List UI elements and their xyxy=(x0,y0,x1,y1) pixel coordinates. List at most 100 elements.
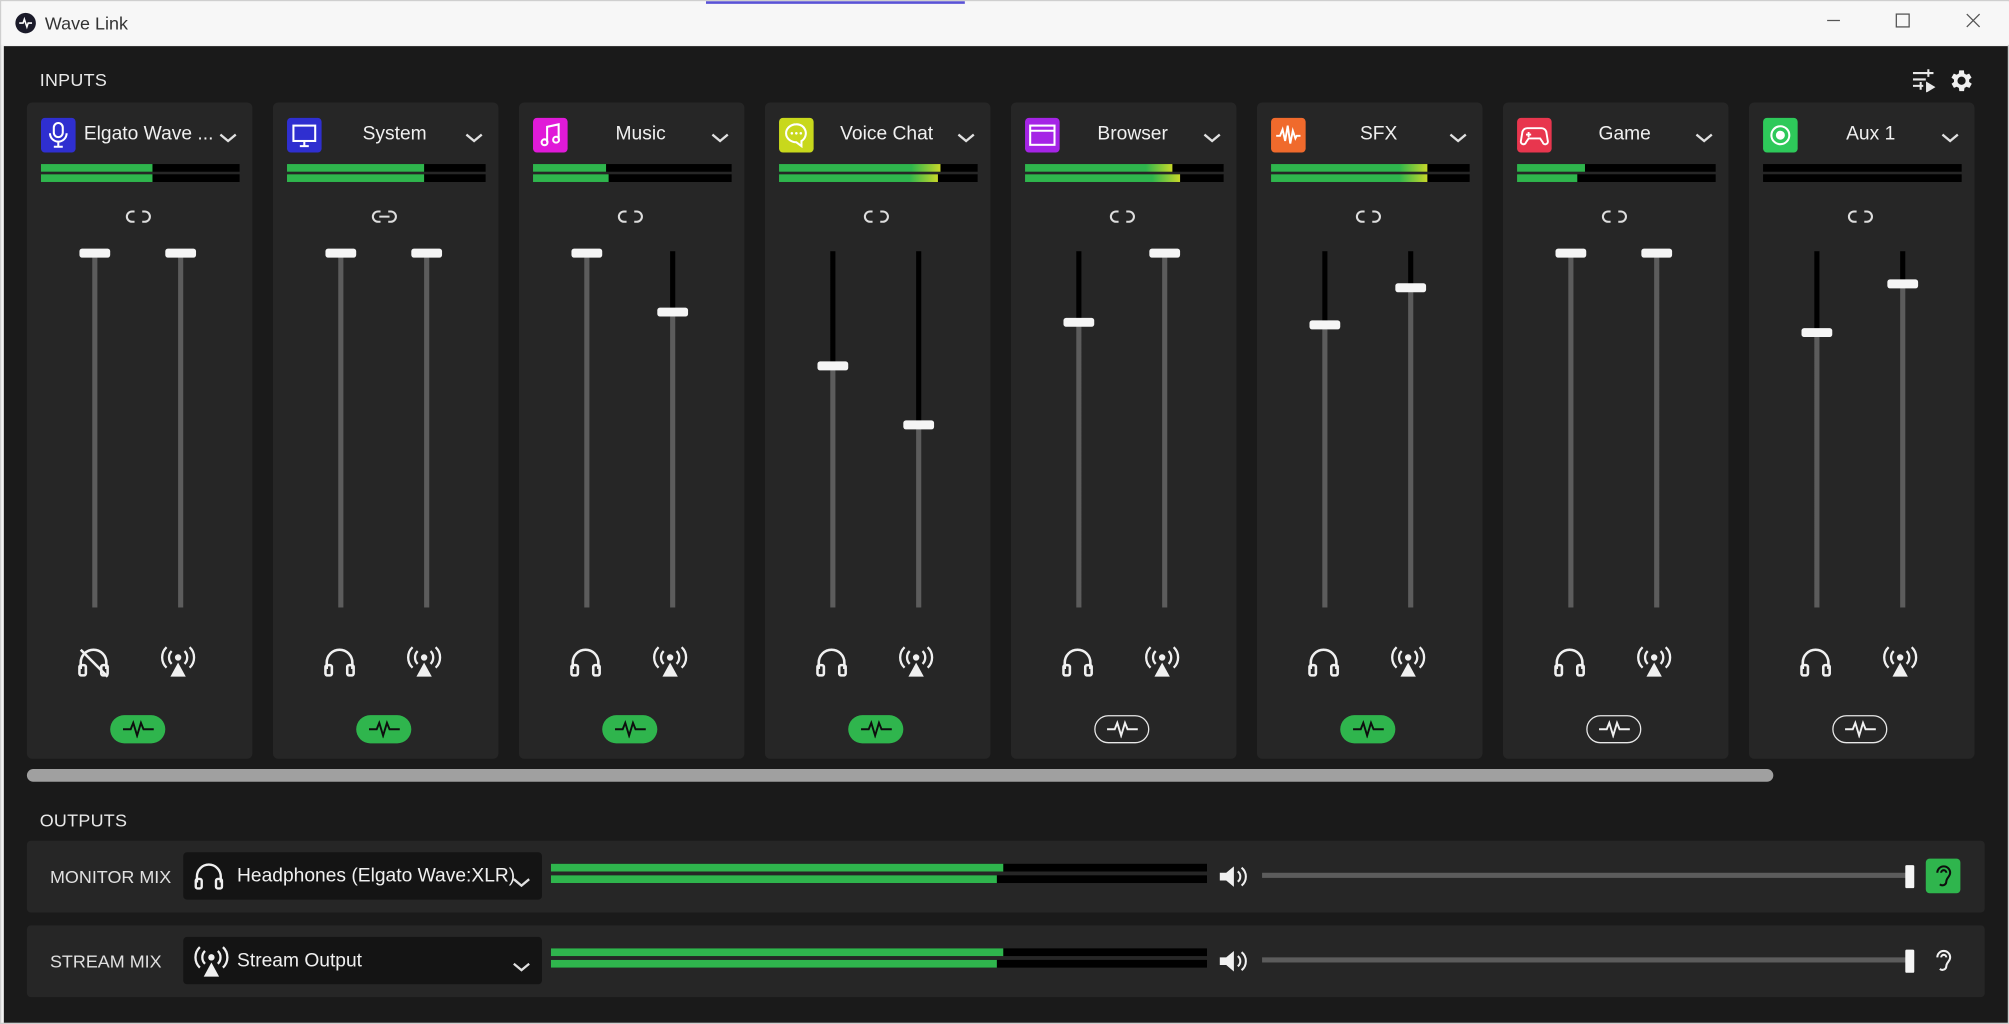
monitor-fader-knob[interactable] xyxy=(1063,317,1095,327)
monitor-fader-knob[interactable] xyxy=(79,248,111,258)
listen-toggle-icon[interactable] xyxy=(1925,858,1961,894)
maximize-icon[interactable] xyxy=(1887,9,1918,37)
level-meter-fill xyxy=(287,174,425,182)
output-volume-slider[interactable] xyxy=(1262,957,1911,963)
chevron-down-icon[interactable] xyxy=(219,127,237,150)
monitor-volume-fader[interactable] xyxy=(92,251,98,608)
effects-toggle-button[interactable] xyxy=(848,715,904,744)
monitor-fader-knob[interactable] xyxy=(817,361,849,371)
output-volume-slider[interactable] xyxy=(1262,872,1911,878)
gear-icon[interactable] xyxy=(1946,67,1974,102)
monitor-volume-fader[interactable] xyxy=(338,251,344,608)
stream-fader-knob[interactable] xyxy=(657,307,689,316)
stream-fader-knob[interactable] xyxy=(411,248,443,258)
broadcast-icon[interactable] xyxy=(1881,643,1919,685)
level-meter-fill xyxy=(533,164,607,172)
headphones-icon[interactable] xyxy=(322,643,358,685)
headphones-icon[interactable] xyxy=(814,643,850,685)
monitor-volume-fader[interactable] xyxy=(830,251,836,608)
stream-fader-knob[interactable] xyxy=(1887,279,1919,289)
mixer-settings-icon[interactable] xyxy=(1910,67,1936,99)
output-level-meter xyxy=(550,959,1207,968)
effects-toggle-button[interactable] xyxy=(1340,715,1396,744)
monitor-fader-knob[interactable] xyxy=(571,248,603,258)
headphones-icon[interactable] xyxy=(1552,643,1588,685)
stream-fader-knob[interactable] xyxy=(1149,248,1181,258)
channel-name: Aux 1 xyxy=(1846,123,1896,145)
broadcast-icon[interactable] xyxy=(1635,643,1673,685)
unlink-icon[interactable] xyxy=(616,208,644,231)
monitor-fader-knob[interactable] xyxy=(1555,248,1587,258)
speaker-volume-icon[interactable] xyxy=(1217,947,1250,982)
headphones-muted-icon[interactable] xyxy=(76,643,112,685)
broadcast-icon[interactable] xyxy=(1389,643,1427,685)
effects-toggle-button[interactable] xyxy=(602,715,658,744)
unlink-icon[interactable] xyxy=(1108,208,1136,231)
stream-fader-knob[interactable] xyxy=(165,248,197,258)
chevron-down-icon[interactable] xyxy=(1695,127,1713,150)
unlink-icon[interactable] xyxy=(1354,208,1382,231)
broadcast-icon[interactable] xyxy=(1143,643,1181,685)
stream-volume-fader[interactable] xyxy=(1654,251,1660,608)
unlink-icon[interactable] xyxy=(862,208,890,231)
broadcast-icon[interactable] xyxy=(159,643,197,685)
minimize-icon[interactable] xyxy=(1818,9,1849,37)
stream-fader-knob[interactable] xyxy=(1395,282,1427,292)
broadcast-icon[interactable] xyxy=(405,643,443,685)
unlink-icon[interactable] xyxy=(1846,208,1874,231)
output-device-select[interactable]: Stream Output xyxy=(183,936,542,985)
monitor-volume-fader[interactable] xyxy=(584,251,590,608)
broadcast-icon[interactable] xyxy=(897,643,935,685)
chevron-down-icon[interactable] xyxy=(711,127,729,150)
close-icon[interactable] xyxy=(1958,9,1989,37)
chevron-down-icon[interactable] xyxy=(513,871,531,894)
title-bar: Wave Link xyxy=(1,1,2009,45)
headphones-icon[interactable] xyxy=(1798,643,1834,685)
monitor-volume-fader[interactable] xyxy=(1322,251,1328,608)
output-volume-knob[interactable] xyxy=(1905,865,1915,889)
unlink-icon[interactable] xyxy=(1600,208,1628,231)
stream-fader-knob[interactable] xyxy=(903,420,935,430)
output-volume-knob[interactable] xyxy=(1905,949,1915,973)
monitor-fader-knob[interactable] xyxy=(1801,327,1833,337)
headphones-icon[interactable] xyxy=(568,643,604,685)
stream-volume-fader[interactable] xyxy=(1162,251,1168,608)
chevron-down-icon[interactable] xyxy=(513,956,531,979)
level-meter-fill xyxy=(41,174,153,182)
level-meter xyxy=(287,174,486,182)
stream-volume-fader[interactable] xyxy=(424,251,430,608)
level-meter-fill xyxy=(1025,174,1180,182)
monitor-fader-knob[interactable] xyxy=(1309,320,1341,330)
headphones-icon[interactable] xyxy=(1060,643,1096,685)
effects-toggle-button[interactable] xyxy=(356,715,412,744)
effects-toggle-button[interactable] xyxy=(1094,715,1150,744)
chevron-down-icon[interactable] xyxy=(1941,127,1959,150)
stream-volume-fader[interactable] xyxy=(1900,251,1906,608)
monitor-volume-fader[interactable] xyxy=(1568,251,1574,608)
chevron-down-icon[interactable] xyxy=(1203,127,1221,150)
stream-fader-knob[interactable] xyxy=(1641,248,1673,258)
unlink-icon[interactable] xyxy=(124,208,152,231)
stream-volume-fader[interactable] xyxy=(178,251,184,608)
monitor-volume-fader[interactable] xyxy=(1076,251,1082,608)
effects-toggle-button[interactable] xyxy=(1832,715,1888,744)
chevron-down-icon[interactable] xyxy=(1449,127,1467,150)
link-icon[interactable] xyxy=(370,208,398,231)
horizontal-scrollbar[interactable] xyxy=(26,768,1774,782)
headphones-icon[interactable] xyxy=(1306,643,1342,685)
speaker-volume-icon[interactable] xyxy=(1217,863,1250,898)
effects-toggle-button[interactable] xyxy=(1586,715,1642,744)
broadcast-icon[interactable] xyxy=(651,643,689,685)
chevron-down-icon[interactable] xyxy=(465,127,483,150)
listen-toggle-icon[interactable] xyxy=(1926,943,1961,978)
monitor-fader-knob[interactable] xyxy=(325,248,357,258)
monitor-volume-fader[interactable] xyxy=(1814,251,1820,608)
chevron-down-icon[interactable] xyxy=(957,127,975,150)
stream-volume-fader[interactable] xyxy=(1408,251,1414,608)
stream-volume-fader[interactable] xyxy=(670,251,676,608)
input-strip-music: Music xyxy=(518,102,745,759)
effects-toggle-button[interactable] xyxy=(110,715,166,744)
level-meter-fill xyxy=(1517,164,1585,172)
output-device-select[interactable]: Headphones (Elgato Wave:XLR) xyxy=(183,852,542,900)
level-meter xyxy=(1763,174,1962,182)
